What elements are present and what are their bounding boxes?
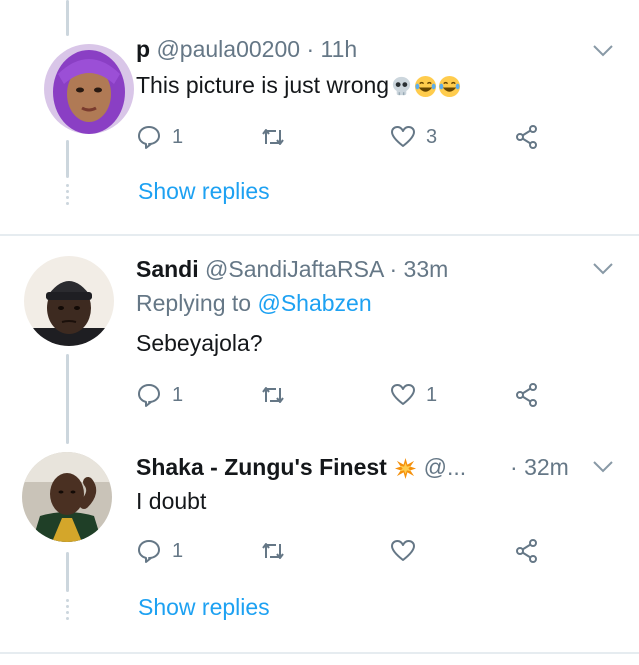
user-handle[interactable]: @paula00200 — [156, 36, 300, 62]
separator: · — [510, 454, 518, 480]
skull-emoji-icon — [392, 77, 411, 96]
joy-emoji-icon — [415, 76, 437, 98]
like-count: 1 — [426, 383, 438, 406]
reply-icon — [138, 384, 160, 407]
tweet-text-content: This picture is just wrong — [136, 72, 390, 98]
reply-count: 1 — [172, 125, 184, 148]
timestamp[interactable]: 11h — [321, 36, 358, 62]
thread-line-top — [66, 0, 69, 36]
reply-icon — [138, 540, 160, 563]
share-icon — [516, 539, 537, 563]
replying-to: Replying to @Shabzen — [136, 290, 372, 317]
heart-icon — [391, 384, 415, 405]
retweet-icon — [262, 543, 284, 559]
tweet-header: p @paula00200 · 11h — [136, 36, 357, 63]
tweet-actions: 1 3 — [136, 124, 556, 154]
show-replies-link[interactable]: Show replies — [138, 594, 270, 621]
share-button[interactable] — [514, 382, 540, 408]
like-button[interactable]: 1 — [390, 382, 437, 408]
reply-button[interactable]: 1 — [136, 538, 183, 564]
retweet-button[interactable] — [260, 538, 286, 564]
share-icon — [516, 383, 537, 407]
avatar[interactable] — [22, 452, 112, 542]
thread-line — [66, 552, 69, 592]
car-selfie-avatar-icon — [22, 452, 112, 542]
tweet-text: Sebeyajola? — [136, 330, 263, 356]
reply-count: 1 — [172, 383, 184, 406]
separator: · — [306, 36, 315, 62]
chevron-down-icon[interactable] — [592, 460, 614, 474]
timestamp[interactable]: 32m — [524, 454, 569, 480]
replying-to-mention[interactable]: @Shabzen — [257, 290, 371, 316]
tweet-text: This picture is just wrong — [136, 72, 461, 99]
reply-count: 1 — [172, 539, 184, 562]
display-name[interactable]: p — [136, 36, 150, 62]
reply-button[interactable]: 1 — [136, 382, 183, 408]
separator: · — [389, 256, 398, 282]
retweet-icon — [262, 129, 284, 145]
retweet-icon — [262, 387, 284, 403]
avatar[interactable] — [24, 256, 114, 346]
heart-icon — [391, 540, 415, 561]
thread-dots — [64, 184, 71, 205]
replying-to-label: Replying to — [136, 290, 252, 316]
show-replies-link[interactable]: Show replies — [138, 178, 270, 205]
display-name[interactable]: Shaka - Zungu's Finest — [136, 454, 387, 480]
reply-button[interactable]: 1 — [136, 124, 183, 150]
user-handle[interactable]: @SandiJaftaRSA — [205, 256, 383, 282]
tweet-actions: 1 — [136, 538, 556, 568]
chevron-down-icon[interactable] — [592, 44, 614, 58]
tweet-divider — [0, 652, 639, 654]
like-button[interactable] — [390, 538, 416, 564]
display-name[interactable]: Sandi — [136, 256, 199, 282]
like-button[interactable]: 3 — [390, 124, 437, 150]
beanie-avatar-icon — [24, 256, 114, 346]
thread-line — [66, 354, 69, 444]
purple-hair-avatar-icon — [44, 44, 134, 134]
tweet-header: Sandi @SandiJaftaRSA · 33m — [136, 256, 448, 283]
collision-emoji-icon — [395, 458, 417, 480]
joy-emoji-icon — [439, 76, 461, 98]
retweet-button[interactable] — [260, 124, 286, 150]
user-handle[interactable]: @... — [424, 454, 467, 480]
chevron-down-icon[interactable] — [592, 262, 614, 276]
tweet-header: Shaka - Zungu's Finest @... — [136, 454, 466, 481]
avatar[interactable] — [44, 44, 134, 134]
heart-icon — [391, 126, 415, 147]
tweet-divider — [0, 234, 639, 236]
share-button[interactable] — [514, 124, 540, 150]
tweet-actions: 1 1 — [136, 382, 556, 412]
thread-dots — [64, 599, 71, 620]
tweet-text: I doubt — [136, 488, 207, 514]
share-icon — [516, 125, 537, 149]
timestamp[interactable]: 33m — [404, 256, 449, 282]
retweet-button[interactable] — [260, 382, 286, 408]
thread-line — [66, 140, 69, 178]
like-count: 3 — [426, 125, 438, 148]
reply-icon — [138, 126, 160, 149]
share-button[interactable] — [514, 538, 540, 564]
tweet-time: · 32m — [510, 454, 569, 481]
